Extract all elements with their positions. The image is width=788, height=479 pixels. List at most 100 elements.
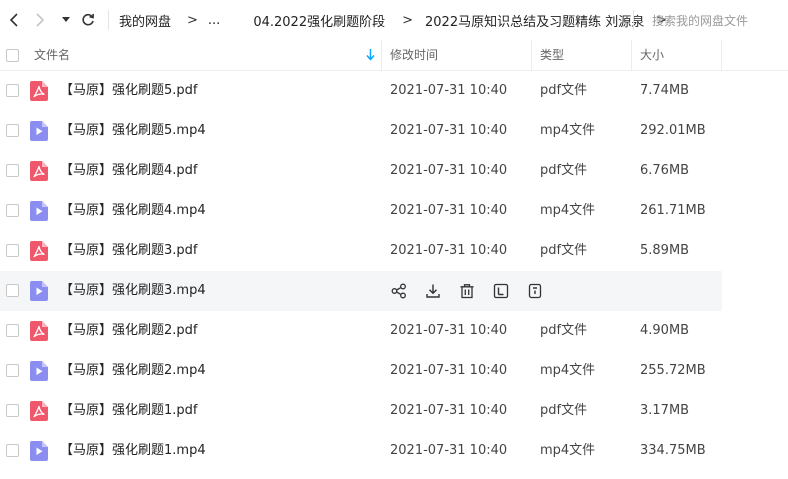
- video-icon: [30, 281, 48, 301]
- row-checkbox[interactable]: [6, 124, 19, 137]
- file-name[interactable]: 【马原】强化刷题3.pdf: [60, 231, 197, 271]
- file-name[interactable]: 【马原】强化刷题4.mp4: [60, 191, 206, 231]
- file-type: mp4文件: [540, 123, 596, 138]
- delete-icon[interactable]: [458, 282, 476, 300]
- chevron-left-icon: [9, 13, 18, 27]
- row-checkbox[interactable]: [6, 364, 19, 377]
- search-input[interactable]: 搜索我的网盘文件: [652, 0, 782, 40]
- history-dropdown-button[interactable]: [58, 8, 74, 32]
- table-row[interactable]: 【马原】强化刷题1.pdf 2021-07-31 10:40 pdf文件 3.17MB: [0, 391, 722, 431]
- file-type: pdf文件: [540, 163, 588, 178]
- modified-time: 2021-07-31 10:40: [390, 83, 508, 98]
- search-divider: [633, 10, 634, 30]
- table-header: 文件名 修改时间 类型 大小: [0, 40, 788, 71]
- column-divider: [721, 40, 722, 71]
- video-icon: [30, 121, 48, 141]
- column-divider: [631, 40, 632, 71]
- pdf-icon: [30, 241, 48, 261]
- more-icon[interactable]: [526, 282, 544, 300]
- file-size: 255.72MB: [640, 363, 706, 378]
- breadcrumb-item-stage[interactable]: 04.2022强化刷题阶段: [253, 11, 385, 30]
- breadcrumb-item-ellipsis[interactable]: ...: [208, 13, 220, 28]
- row-checkbox[interactable]: [6, 444, 19, 457]
- modified-time: 2021-07-31 10:40: [390, 123, 508, 138]
- file-name[interactable]: 【马原】强化刷题2.pdf: [60, 311, 197, 351]
- nav-divider: [108, 10, 109, 30]
- breadcrumb-item-root[interactable]: 我的网盘: [119, 11, 171, 30]
- file-name[interactable]: 【马原】强化刷题2.mp4: [60, 351, 206, 391]
- modified-time: 2021-07-31 10:40: [390, 163, 508, 178]
- pdf-icon: [30, 321, 48, 341]
- modified-time: 2021-07-31 10:40: [390, 363, 508, 378]
- row-checkbox[interactable]: [6, 204, 19, 217]
- table-row[interactable]: 【马原】强化刷题2.mp4 2021-07-31 10:40 mp4文件 255.72…: [0, 351, 722, 391]
- table-row[interactable]: 【马原】强化刷题4.mp4 2021-07-31 10:40 mp4文件 261.71…: [0, 191, 722, 231]
- modified-time: 2021-07-31 10:40: [390, 443, 508, 458]
- table-row[interactable]: 【马原】强化刷题3.pdf 2021-07-31 10:40 pdf文件 5.89MB: [0, 231, 722, 271]
- video-icon: [30, 361, 48, 381]
- table-row[interactable]: 【马原】强化刷题2.pdf 2021-07-31 10:40 pdf文件 4.90MB: [0, 311, 722, 351]
- table-row[interactable]: 【马原】强化刷题4.pdf 2021-07-31 10:40 pdf文件 6.76MB: [0, 151, 722, 191]
- file-size: 3.17MB: [640, 403, 690, 418]
- forward-button[interactable]: [30, 8, 50, 32]
- download-icon[interactable]: [424, 282, 442, 300]
- column-header-size[interactable]: 大小: [640, 40, 664, 71]
- pdf-icon: [30, 401, 48, 421]
- table-row[interactable]: 【马原】强化刷题1.mp4 2021-07-31 10:40 mp4文件 334.75…: [0, 431, 722, 471]
- table-row[interactable]: 【马原】强化刷题5.pdf 2021-07-31 10:40 pdf文件 7.74MB: [0, 71, 722, 111]
- back-button[interactable]: [4, 8, 24, 32]
- video-icon: [30, 201, 48, 221]
- row-checkbox[interactable]: [6, 324, 19, 337]
- column-header-type[interactable]: 类型: [540, 40, 564, 71]
- file-name[interactable]: 【马原】强化刷题3.mp4: [60, 271, 206, 311]
- top-nav-bar: 我的网盘 > ... 04.2022强化刷题阶段 > 2022马原知识总结及习题…: [0, 0, 788, 40]
- modified-time: 2021-07-31 10:40: [390, 403, 508, 418]
- breadcrumb-separator: >: [402, 12, 413, 28]
- file-size: 6.76MB: [640, 163, 690, 178]
- file-name[interactable]: 【马原】强化刷题5.pdf: [60, 71, 197, 111]
- file-size: 5.89MB: [640, 243, 690, 258]
- file-size: 334.75MB: [640, 443, 706, 458]
- row-checkbox[interactable]: [6, 284, 19, 297]
- breadcrumb-item-current[interactable]: 2022马原知识总结及习题精练 刘源泉: [425, 11, 644, 30]
- select-all-checkbox[interactable]: [6, 49, 19, 62]
- caret-down-icon: [62, 17, 70, 22]
- modified-time: 2021-07-31 10:40: [390, 323, 508, 338]
- sort-arrow-down-icon[interactable]: [366, 49, 375, 61]
- modified-time: 2021-07-31 10:40: [390, 203, 508, 218]
- pdf-icon: [30, 161, 48, 181]
- refresh-button[interactable]: [78, 8, 98, 32]
- breadcrumb-separator: >: [187, 12, 198, 28]
- file-size: 292.01MB: [640, 123, 706, 138]
- file-type: mp4文件: [540, 203, 596, 218]
- chevron-right-icon: [36, 13, 45, 27]
- file-size: 261.71MB: [640, 203, 706, 218]
- row-checkbox[interactable]: [6, 404, 19, 417]
- row-checkbox[interactable]: [6, 164, 19, 177]
- modified-time: 2021-07-31 10:40: [390, 243, 508, 258]
- breadcrumb: 我的网盘 > ... 04.2022强化刷题阶段 > 2022马原知识总结及习题…: [119, 0, 667, 40]
- share-icon[interactable]: [390, 282, 408, 300]
- file-name[interactable]: 【马原】强化刷题1.mp4: [60, 431, 206, 471]
- file-type: pdf文件: [540, 83, 588, 98]
- column-divider: [381, 40, 382, 71]
- refresh-icon: [82, 13, 94, 26]
- row-checkbox[interactable]: [6, 244, 19, 257]
- file-type: mp4文件: [540, 443, 596, 458]
- file-type: pdf文件: [540, 243, 588, 258]
- file-name[interactable]: 【马原】强化刷题4.pdf: [60, 151, 197, 191]
- table-row[interactable]: 【马原】强化刷题5.mp4 2021-07-31 10:40 mp4文件 292.01…: [0, 111, 722, 151]
- table-row[interactable]: 【马原】强化刷题3.mp4: [0, 271, 722, 311]
- row-checkbox[interactable]: [6, 84, 19, 97]
- pdf-icon: [30, 81, 48, 101]
- file-type: mp4文件: [540, 363, 596, 378]
- file-name[interactable]: 【马原】强化刷题5.mp4: [60, 111, 206, 151]
- file-size: 4.90MB: [640, 323, 690, 338]
- rename-icon[interactable]: [492, 282, 510, 300]
- file-name[interactable]: 【马原】强化刷题1.pdf: [60, 391, 197, 431]
- column-divider: [531, 40, 532, 71]
- row-actions: [390, 282, 560, 300]
- file-type: pdf文件: [540, 403, 588, 418]
- column-header-modified[interactable]: 修改时间: [390, 40, 438, 71]
- column-header-name[interactable]: 文件名: [34, 40, 70, 71]
